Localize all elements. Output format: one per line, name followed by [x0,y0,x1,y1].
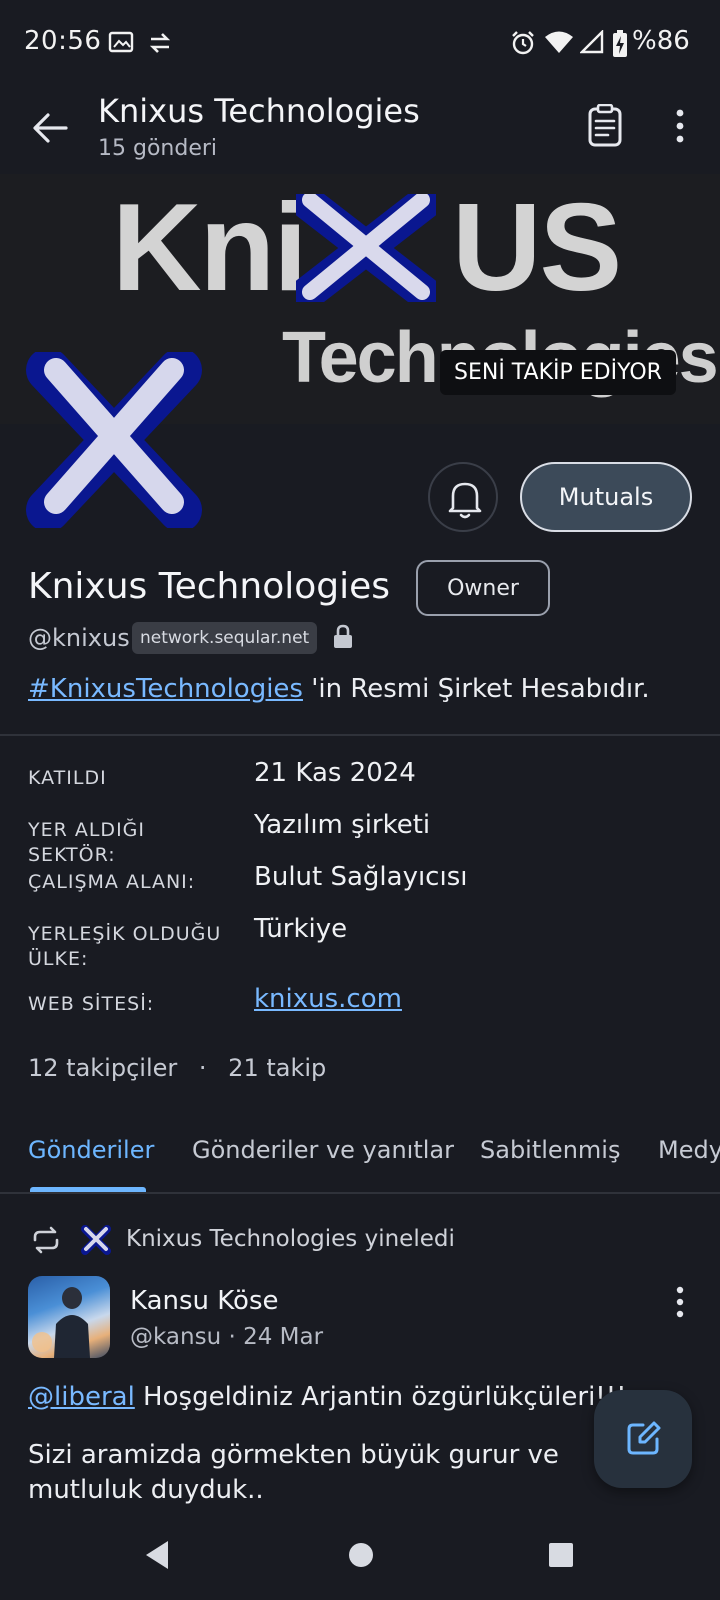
field-label-sector: YER ALDIĞI SEKTÖR: [28,819,145,866]
tab-posts[interactable]: Gönderiler [28,1136,154,1164]
back-arrow-icon[interactable] [28,106,72,150]
field-value-work-area: Bulut Sağlayıcısı [254,862,468,892]
post-author-meta: @kansu · 24 Mar [130,1324,324,1350]
profile-bio: #KnixusTechnologies 'in Resmi Şirket Hes… [28,674,650,704]
divider [0,1192,720,1194]
battery-charging-icon [613,30,627,57]
following-count[interactable]: 21 takip [228,1054,326,1082]
banner-brand-kni: Kni [112,179,308,317]
data-transfer-icon [149,33,171,53]
field-label-joined: KATILDI [28,767,107,789]
tab-media[interactable]: Medya [658,1136,720,1164]
top-app-bar: Knixus Technologies 15 gönderi [0,88,720,174]
notify-button[interactable] [428,462,498,532]
bio-hashtag-link[interactable]: #KnixusTechnologies [28,674,303,704]
post-author-name[interactable]: Kansu Köse [130,1286,279,1316]
author-photo [32,1287,90,1358]
instance-domain-badge: network.seqular.net [132,622,318,654]
lock-icon [334,624,352,648]
alarm-icon [512,31,534,55]
banner-brand-us: US [452,179,622,317]
boost-icon [33,1226,59,1254]
screenshot-icon [108,31,134,53]
follows-you-badge: SENİ TAKİP EDİYOR [440,350,676,395]
profile-name: Knixus Technologies [28,566,391,607]
more-options-icon[interactable] [666,106,694,146]
boosting-account-avatar [81,1225,111,1255]
nav-home-icon[interactable] [346,1538,376,1572]
followers-count[interactable]: 12 takipçiler [28,1054,177,1082]
follow-stats: 12 takipçiler · 21 takip [28,1054,326,1082]
status-bar: 20:56 %86 [0,0,720,88]
role-badge: Owner [416,560,550,616]
cell-signal-icon [580,30,604,54]
nav-recents-icon[interactable] [546,1538,576,1572]
profile-handle[interactable]: @knixus [28,624,130,652]
post-content-line: @liberal Hoşgeldiniz Arjantin özgürlükçü… [28,1382,627,1412]
field-value-country: Türkiye [254,914,348,944]
post-count: 15 gönderi [98,136,218,161]
field-value-joined: 21 Kas 2024 [254,758,416,788]
post-text: Hoşgeldiniz Arjantin özgürlükçüleri!!! [134,1382,627,1412]
post-content-paragraph: Sizi aramizda görmekten büyük gurur ve m… [28,1440,559,1506]
compose-button[interactable] [594,1390,692,1488]
nav-back-icon[interactable] [142,1538,172,1572]
edit-icon [627,1421,661,1455]
post-mention-link[interactable]: @liberal [28,1382,135,1412]
tab-media-clip: Medya [656,1130,720,1174]
tab-posts-and-replies[interactable]: Gönderiler ve yanıtlar [192,1136,454,1164]
divider [0,734,720,736]
mutuals-button[interactable]: Mutuals [520,462,692,532]
field-label-country: YERLEŞİK OLDUĞU ÜLKE: [28,923,222,970]
field-label-website: WEB SİTESİ: [28,993,155,1015]
wifi-icon [545,31,573,53]
banner-x-logo [296,194,436,302]
battery-percent: %86 [632,26,690,56]
bio-text: 'in Resmi Şirket Hesabıdır. [302,674,650,704]
field-value-sector: Yazılım şirketi [254,810,431,840]
bell-icon [448,482,482,519]
post-author-avatar[interactable] [28,1276,110,1358]
status-time: 20:56 [24,26,102,56]
tab-pinned[interactable]: Sabitlenmiş [480,1136,620,1164]
profile-avatar[interactable] [26,352,202,528]
post-more-icon[interactable] [668,1284,692,1320]
field-label-work-area: ÇALIŞMA ALANI: [28,871,196,893]
notes-icon[interactable] [586,104,626,148]
field-value-website-link[interactable]: knixus.com [254,984,402,1014]
boosted-by-text: Knixus Technologies yineledi [126,1226,455,1252]
page-title: Knixus Technologies [98,92,420,130]
stats-separator: · [198,1054,207,1082]
